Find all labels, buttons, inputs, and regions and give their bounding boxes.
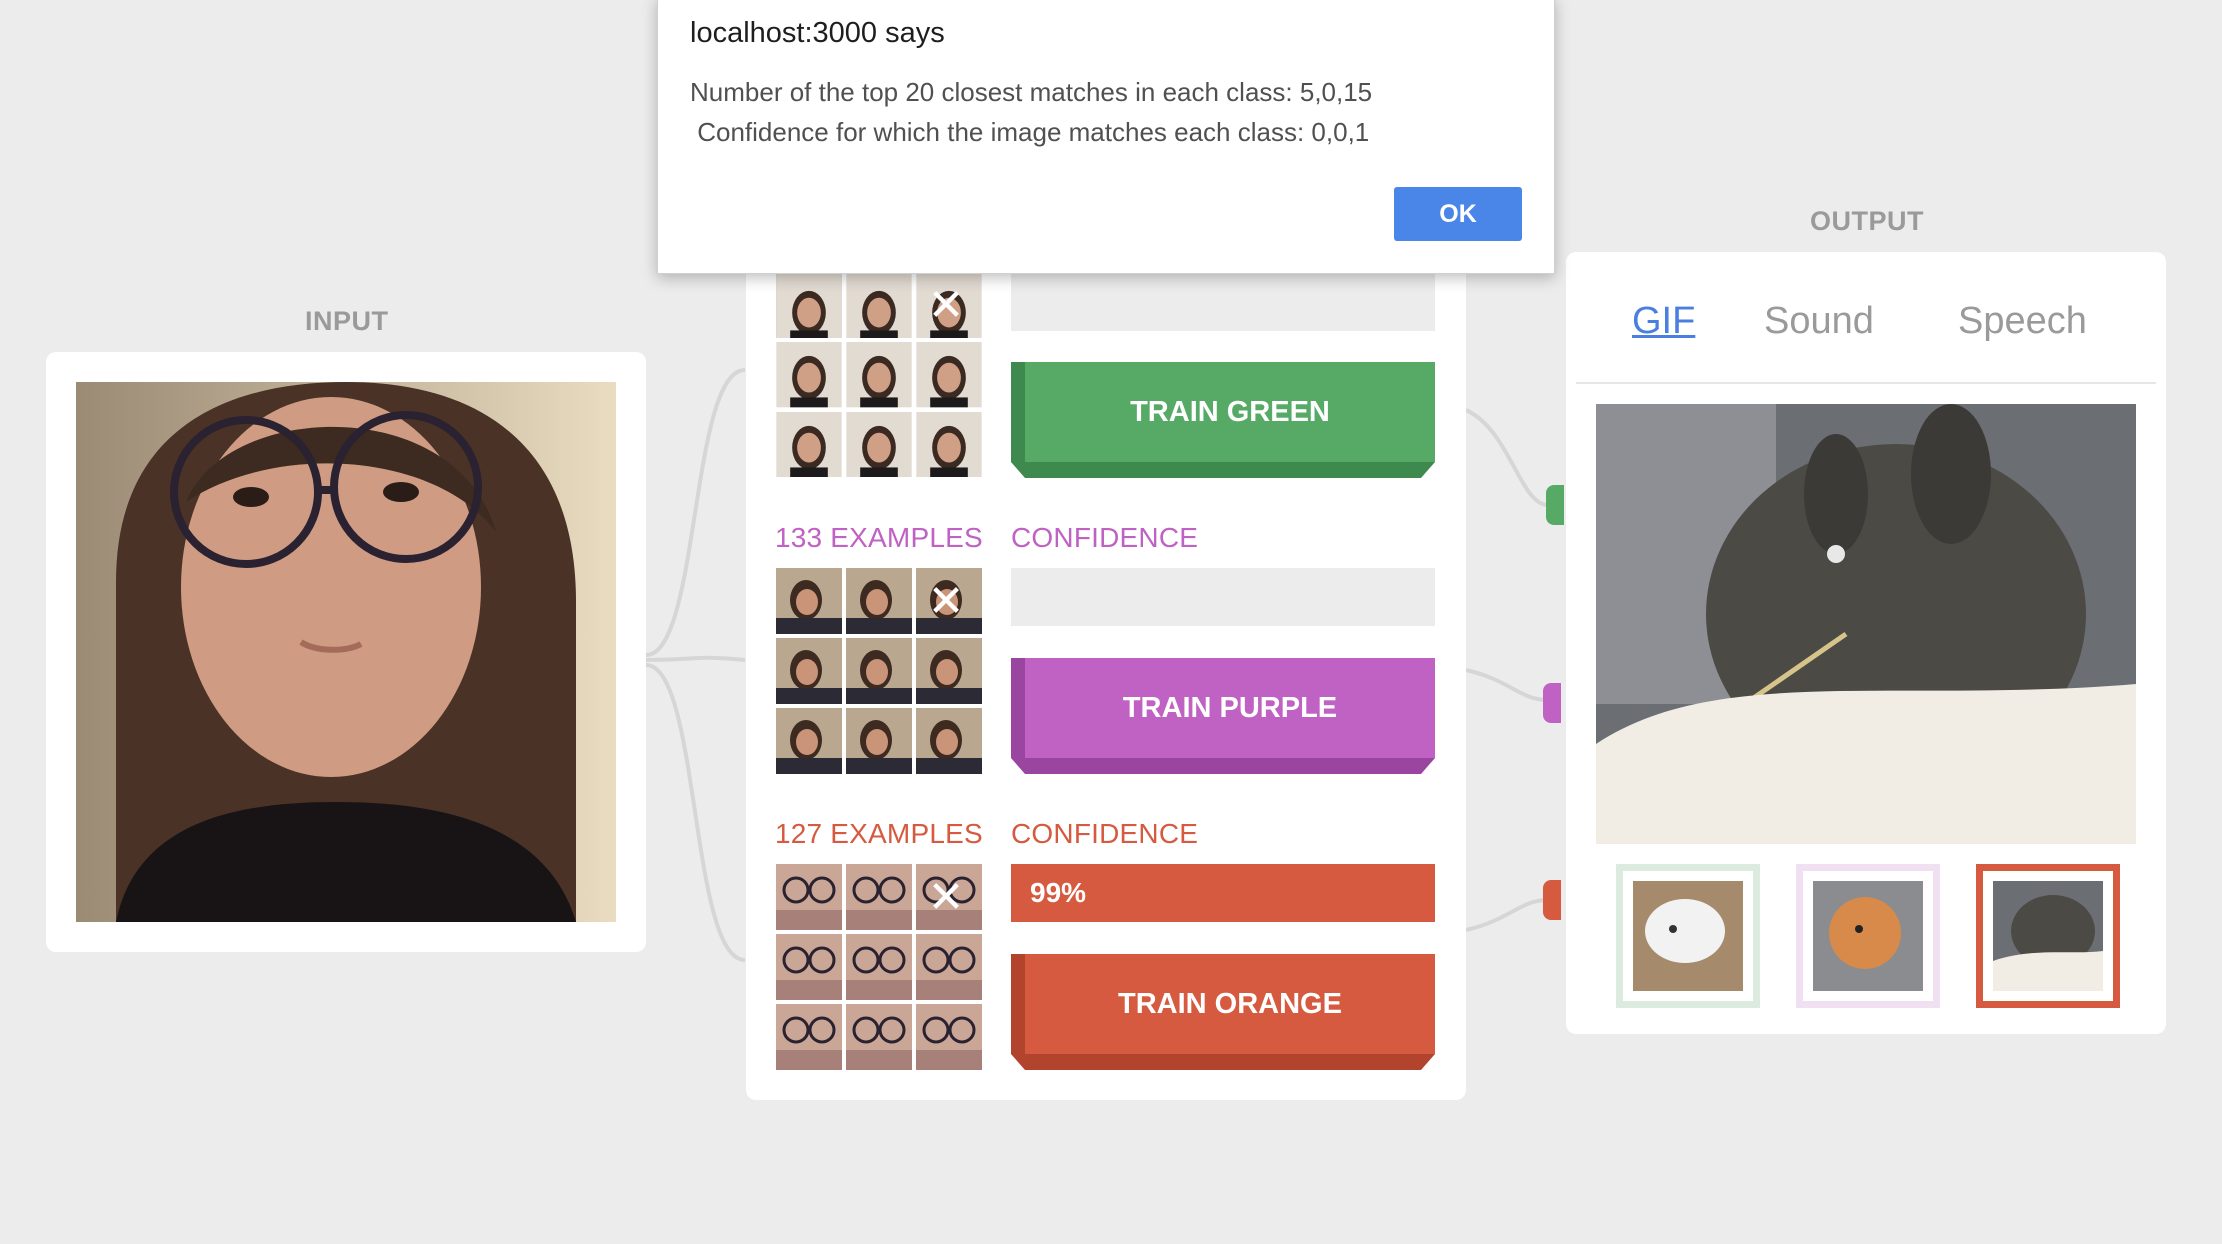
example-thumbnail <box>916 934 982 1000</box>
train-purple-button[interactable]: TRAIN PURPLE <box>1011 658 1435 774</box>
example-thumbnail <box>776 342 842 408</box>
example-thumbnail <box>776 273 842 339</box>
train-orange-label: TRAIN ORANGE <box>1118 988 1342 1020</box>
output-gif-preview <box>1596 404 2136 844</box>
close-icon[interactable]: ✕ <box>926 284 966 328</box>
example-thumbnail <box>846 568 912 634</box>
example-thumbnail <box>776 411 842 477</box>
train-orange-button[interactable]: TRAIN ORANGE <box>1011 954 1435 1070</box>
example-thumbnail <box>846 1004 912 1070</box>
input-section-title: INPUT <box>305 306 389 336</box>
tab-divider <box>1576 382 2156 384</box>
example-thumbnail <box>916 411 982 477</box>
orange-output-connector <box>1543 880 1561 920</box>
example-thumbnail <box>776 864 842 930</box>
green-output-connector <box>1546 485 1564 525</box>
dialog-message-line-1: Number of the top 20 closest matches in … <box>690 77 1373 107</box>
orange-examples-count: 127 EXAMPLES <box>775 818 983 849</box>
close-icon[interactable]: ✕ <box>926 876 966 920</box>
example-thumbnail <box>916 342 982 408</box>
example-thumbnail <box>776 568 842 634</box>
alert-dialog: localhost:3000 says Number of the top 20… <box>657 0 1555 274</box>
purple-confidence-bar <box>1011 568 1435 626</box>
input-card <box>46 352 646 952</box>
example-thumbnail <box>846 864 912 930</box>
example-thumbnail <box>846 411 912 477</box>
tab-sound[interactable]: Sound <box>1764 300 1874 343</box>
output-gif-option[interactable] <box>1616 864 1760 1008</box>
example-thumbnail <box>776 1004 842 1070</box>
output-gif-option[interactable] <box>1796 864 1940 1008</box>
purple-examples-count: 133 EXAMPLES <box>775 522 983 553</box>
close-icon[interactable]: ✕ <box>926 580 966 624</box>
dialog-title: localhost:3000 says <box>690 17 945 49</box>
dialog-message-line-2: Confidence for which the image matches e… <box>690 117 1370 147</box>
output-section-title: OUTPUT <box>1810 206 1924 236</box>
example-thumbnail <box>776 934 842 1000</box>
train-green-button[interactable]: TRAIN GREEN <box>1011 362 1435 478</box>
train-green-label: TRAIN GREEN <box>1130 396 1330 428</box>
example-thumbnail <box>776 708 842 774</box>
example-thumbnail <box>846 273 912 339</box>
orange-confidence-value: 99% <box>1030 877 1087 908</box>
example-thumbnail <box>846 638 912 704</box>
purple-confidence-label: CONFIDENCE <box>1011 522 1199 553</box>
example-thumbnail <box>776 638 842 704</box>
webcam-feed <box>76 382 616 922</box>
output-gif-option-selected[interactable] <box>1976 864 2120 1008</box>
train-purple-label: TRAIN PURPLE <box>1122 692 1338 724</box>
orange-confidence-bar: 99% <box>1011 864 1435 922</box>
example-thumbnail <box>916 708 982 774</box>
tab-gif[interactable]: GIF <box>1632 300 1695 343</box>
purple-output-connector <box>1543 683 1561 723</box>
orange-confidence-label: CONFIDENCE <box>1011 818 1199 849</box>
example-thumbnail <box>846 708 912 774</box>
example-thumbnail <box>916 638 982 704</box>
example-thumbnail <box>846 934 912 1000</box>
ok-button[interactable]: OK <box>1394 187 1522 241</box>
tab-speech[interactable]: Speech <box>1958 300 2087 343</box>
example-thumbnail <box>846 342 912 408</box>
green-confidence-bar <box>1011 273 1435 331</box>
example-thumbnail <box>916 1004 982 1070</box>
output-card: GIF Sound Speech <box>1566 252 2166 1034</box>
